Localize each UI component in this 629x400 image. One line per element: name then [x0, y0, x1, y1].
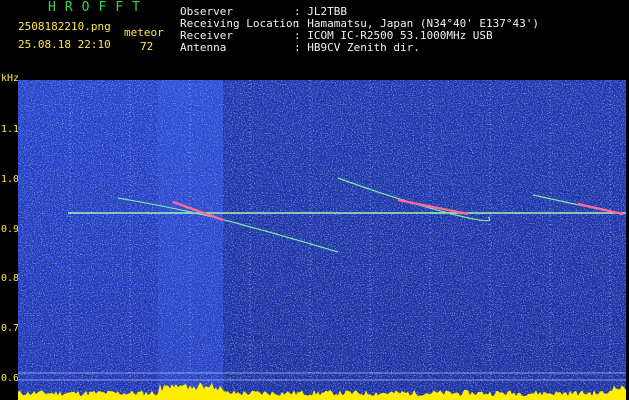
freq-tick-label: 0.8: [1, 273, 20, 284]
antenna-label: Antenna: [180, 41, 227, 54]
antenna-value: : HB9CV Zenith dir.: [294, 41, 420, 54]
spectrogram-plot: [18, 80, 626, 400]
freq-tick-label: 1.1: [1, 124, 20, 135]
noisy-band: [158, 80, 223, 400]
brand-logo: HROFFT: [48, 0, 149, 15]
y-unit-label: kHz: [1, 73, 20, 84]
file-name: 2508182210.png: [18, 20, 111, 33]
noise-speckles: [18, 80, 626, 400]
freq-tick-label: 0.9: [1, 224, 20, 235]
event-type-label: meteor: [124, 26, 164, 39]
freq-tick-label: 0.7: [1, 323, 20, 334]
freq-tick-label: 1.0: [1, 174, 20, 185]
event-count: 72: [140, 40, 154, 53]
capture-timestamp: 25.08.18 22:10: [18, 38, 111, 51]
freq-tick-label: 0.6: [1, 373, 20, 384]
